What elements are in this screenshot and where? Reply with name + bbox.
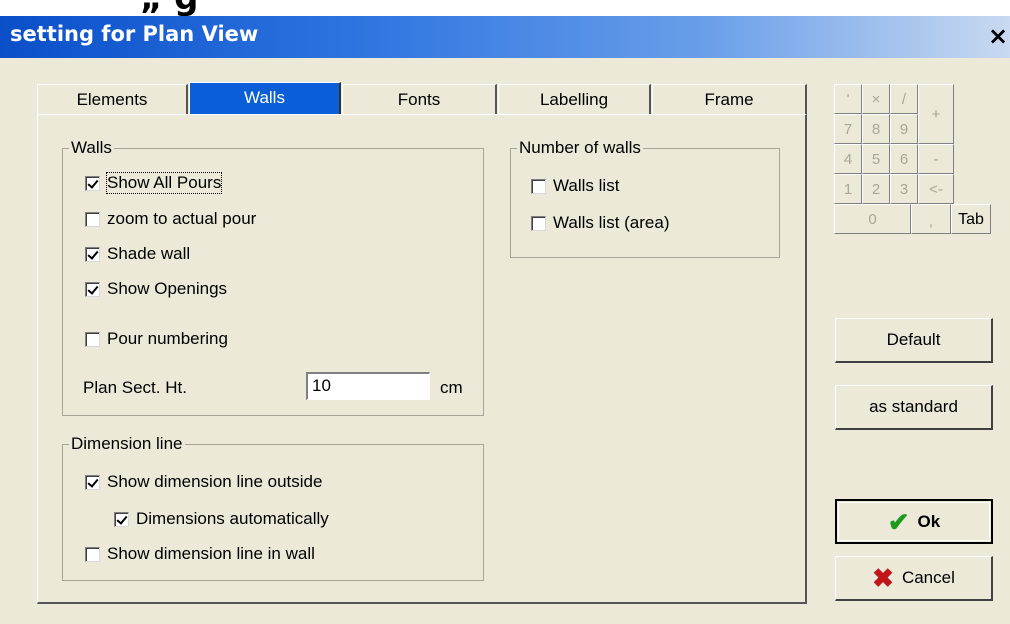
- show-dimension-line-outside-checkbox[interactable]: Show dimension line outside: [85, 471, 322, 493]
- walls-group-legend: Walls: [69, 138, 114, 158]
- tab-frame[interactable]: Frame: [652, 84, 807, 114]
- tab-walls[interactable]: Walls: [189, 82, 341, 115]
- keypad-9-button[interactable]: 9: [890, 114, 918, 144]
- checkbox-label: Walls list (area): [553, 213, 670, 232]
- plan-sect-height-label: Plan Sect. Ht.: [83, 378, 187, 397]
- keypad-plus-button[interactable]: +: [918, 84, 954, 144]
- checkbox-box[interactable]: [85, 281, 100, 297]
- title-bar: setting for Plan View ×: [0, 16, 1010, 58]
- keypad-2-button[interactable]: 2: [862, 174, 890, 204]
- shade-wall-checkbox[interactable]: Shade wall: [85, 243, 190, 265]
- keypad-divide-button[interactable]: /: [890, 84, 918, 114]
- show-openings-checkbox[interactable]: Show Openings: [85, 278, 227, 300]
- checkbox-box[interactable]: [531, 215, 546, 231]
- checkbox-label: Show Openings: [107, 279, 228, 298]
- keypad-7-button[interactable]: 7: [834, 114, 862, 144]
- keypad-5-button[interactable]: 5: [862, 144, 890, 174]
- keypad-minus-button[interactable]: -: [918, 144, 954, 174]
- keypad-6-button[interactable]: 6: [890, 144, 918, 174]
- close-icon[interactable]: ×: [986, 20, 1010, 52]
- walls-list-area-checkbox[interactable]: Walls list (area): [531, 212, 670, 234]
- keypad-1-button[interactable]: 1: [834, 174, 862, 204]
- checkbox-box[interactable]: [85, 331, 100, 347]
- number-group-legend: Number of walls: [517, 138, 643, 158]
- tab-strip: Elements Walls Fonts Labelling Frame: [37, 82, 807, 115]
- checkbox-label: Pour numbering: [107, 329, 228, 348]
- dimension-group-legend: Dimension line: [69, 434, 185, 454]
- ok-button[interactable]: ✔ Ok: [835, 499, 993, 544]
- zoom-to-actual-pour-checkbox[interactable]: zoom to actual pour: [85, 208, 256, 230]
- show-dimension-line-in-wall-checkbox[interactable]: Show dimension line in wall: [85, 543, 315, 565]
- keypad-0-button[interactable]: 0: [834, 204, 911, 234]
- cancel-x-icon: ✖: [872, 563, 894, 593]
- keypad-4-button[interactable]: 4: [834, 144, 862, 174]
- tab-fonts[interactable]: Fonts: [342, 84, 497, 114]
- cancel-button[interactable]: ✖ Cancel: [835, 556, 993, 601]
- checkbox-label: Walls list: [553, 176, 620, 195]
- cropped-header-text: „ g: [0, 0, 1010, 16]
- cropped-header-label: „ g: [140, 0, 199, 16]
- show-all-pours-checkbox[interactable]: Show All Pours: [85, 172, 223, 194]
- pour-numbering-checkbox[interactable]: Pour numbering: [85, 328, 228, 350]
- number-of-walls-group: Number of walls: [510, 138, 780, 258]
- checkbox-box[interactable]: [531, 178, 546, 194]
- keypad-comma-button[interactable]: ,: [911, 204, 951, 234]
- plan-sect-height-input[interactable]: 10: [306, 372, 430, 400]
- checkbox-label: Dimensions automatically: [136, 509, 329, 528]
- dimensions-automatically-checkbox[interactable]: Dimensions automatically: [114, 508, 329, 530]
- tab-labelling[interactable]: Labelling: [498, 84, 651, 114]
- keypad-multiply-button[interactable]: ×: [862, 84, 890, 114]
- checkbox-box[interactable]: [85, 211, 100, 227]
- window-title: setting for Plan View: [10, 22, 259, 46]
- keypad-tab-button[interactable]: Tab: [951, 204, 991, 234]
- walls-list-checkbox[interactable]: Walls list: [531, 175, 619, 197]
- checkbox-box[interactable]: [85, 175, 100, 191]
- tab-elements[interactable]: Elements: [37, 84, 188, 114]
- keypad-apostrophe-button[interactable]: ': [834, 84, 862, 114]
- checkbox-label: Show All Pours: [105, 172, 223, 194]
- keypad-8-button[interactable]: 8: [862, 114, 890, 144]
- cancel-button-label: Cancel: [901, 568, 955, 587]
- checkbox-box[interactable]: [85, 546, 100, 562]
- checkbox-label: Show dimension line outside: [107, 472, 323, 491]
- ok-button-label: Ok: [917, 511, 941, 531]
- checkbox-box[interactable]: [85, 246, 100, 262]
- default-button[interactable]: Default: [835, 318, 993, 363]
- keypad-backspace-button[interactable]: <-: [918, 174, 954, 204]
- checkbox-box[interactable]: [85, 474, 100, 490]
- as-standard-button[interactable]: as standard: [835, 385, 993, 430]
- keypad-3-button[interactable]: 3: [890, 174, 918, 204]
- plan-sect-unit-label: cm: [440, 378, 463, 397]
- checkbox-label: Show dimension line in wall: [107, 544, 315, 563]
- checkbox-label: zoom to actual pour: [107, 209, 257, 228]
- checkmark-icon: ✔: [887, 506, 910, 537]
- checkbox-box[interactable]: [114, 511, 129, 527]
- checkbox-label: Shade wall: [107, 244, 191, 263]
